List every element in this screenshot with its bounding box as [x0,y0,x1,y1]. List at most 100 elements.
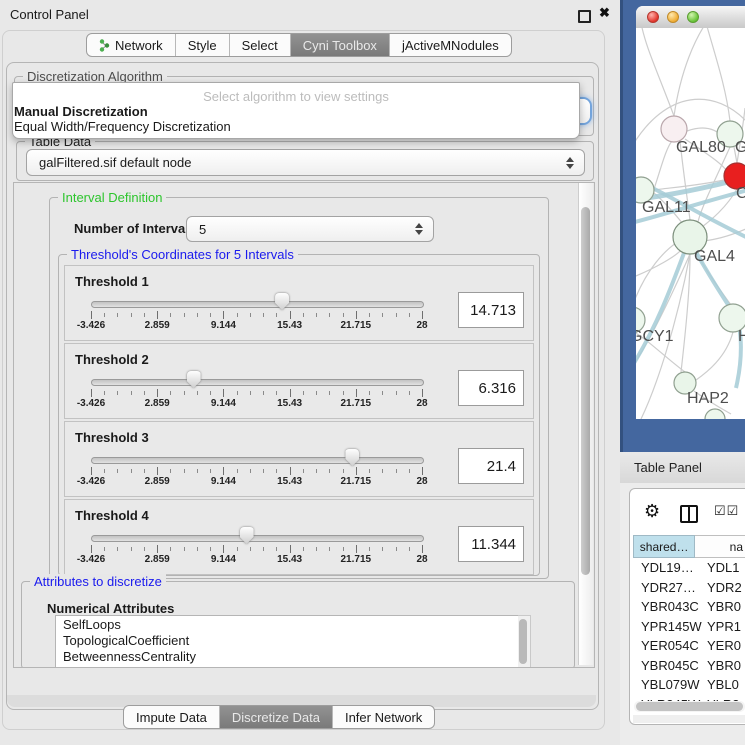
table-cell-name: YPR1 [707,619,745,634]
bottom-tab-bar: Impute Data Discretize Data Infer Networ… [123,705,435,729]
table-cell-shared-name: YBR045C [633,658,707,673]
tab-label: jActiveMNodules [402,38,499,53]
threshold-tick-labels: -3.4262.8599.14415.4321.71528 [91,398,423,410]
table-panel: ⚙ ☑☑ shared… na YDL19… YDL1 YDR27… YDR2 … [620,483,745,745]
tab-discretize-data[interactable]: Discretize Data [219,706,332,728]
network-node-label: GAL11 [642,199,691,216]
threshold-label: Threshold 4 [75,508,149,523]
table-cell-shared-name: YDR27… [633,580,707,595]
table-panel-title: Table Panel [634,460,702,475]
tab-cyni-toolbox[interactable]: Cyni Toolbox [290,34,389,56]
threshold-label: Threshold 2 [75,352,149,367]
screenshot-stage: Control Panel ✖ Network Style [0,0,745,745]
table-rows: YDL19… YDL1 YDR27… YDR2 YBR043C YBR0 YPR… [633,558,745,702]
table-cell-name: YBL0 [707,677,745,692]
table-row[interactable]: YPR145W YPR1 [633,617,745,637]
threshold-slider-thumb[interactable] [187,371,201,388]
settings-scrollbar[interactable] [578,183,593,665]
threshold-value-field[interactable]: 11.344 [458,526,524,562]
table-header-name[interactable]: na [695,535,745,558]
table-cell-name: YDL1 [707,560,745,575]
table-row[interactable]: YER054C YER0 [633,636,745,656]
network-node-label: HAP2 [687,390,729,407]
attribute-list-item[interactable]: BetweennessCentrality [56,648,519,664]
threshold-slider-ticks [91,389,423,398]
network-node-label: C [736,185,745,202]
threshold-coordinates-group-title: Threshold's Coordinates for 5 Intervals [67,247,298,262]
table-row[interactable]: YDR27… YDR2 [633,578,745,598]
close-icon[interactable]: ✖ [599,5,610,21]
threshold-label: Threshold 3 [75,430,149,445]
attribute-list-item[interactable]: TopologicalCoefficient [56,632,519,648]
table-cell-name: YER0 [707,638,745,653]
tab-jactivemnodules[interactable]: jActiveMNodules [389,34,511,56]
tab-network[interactable]: Network [87,34,175,56]
table-data-combobox-value: galFiltered.sif default node [27,155,562,170]
network-canvas[interactable]: GAL80GACGAL11GAL4GCY1HHAP2 [636,28,745,419]
tab-label: Style [188,38,217,53]
table-data-combobox[interactable]: galFiltered.sif default node [26,149,585,176]
tab-style[interactable]: Style [175,34,229,56]
attributes-list-scrollbar[interactable] [518,615,531,668]
network-node[interactable] [705,409,725,419]
tab-label: Infer Network [345,710,422,725]
threshold-slider-thumb[interactable] [240,527,254,544]
threshold-slider-ticks [91,311,423,320]
table-cell-name: YBR0 [707,658,745,673]
combo-arrows-icon [562,157,578,169]
panel-title: Control Panel [10,7,89,22]
algorithm-popup-item[interactable]: Manual Discretization [13,104,574,119]
tab-impute-data[interactable]: Impute Data [124,706,219,728]
network-node-label: GAL80 [676,139,726,156]
threshold-value-field[interactable]: 6.316 [458,370,524,406]
threshold-tick-labels: -3.4262.8599.14415.4321.71528 [91,320,423,332]
threshold-row: Threshold 2 -3.4262.8599.14415.4321.7152… [64,343,534,419]
table-footer-strip [633,715,745,723]
minimize-traffic-light[interactable] [667,11,679,23]
table-horizontal-scrollbar[interactable] [634,701,745,712]
threshold-coordinates-group: Threshold's Coordinates for 5 Intervals … [58,254,540,576]
float-window-icon[interactable] [578,10,591,23]
control-panel: Control Panel ✖ Network Style [0,0,620,745]
threshold-row: Threshold 3 -3.4262.8599.14415.4321.7152… [64,421,534,497]
tab-label: Discretize Data [232,710,320,725]
attribute-list-item[interactable]: SelfLoops [56,616,519,632]
tab-select[interactable]: Select [229,34,290,56]
network-window: GAL80GACGAL11GAL4GCY1HHAP2 [636,6,745,419]
threshold-value-field[interactable]: 21.4 [458,448,524,484]
network-node-label: GAL4 [694,248,735,265]
table-row[interactable]: YDL19… YDL1 [633,558,745,578]
zoom-traffic-light[interactable] [687,11,699,23]
gear-icon[interactable]: ⚙ [644,501,660,522]
threshold-row: Threshold 1 -3.4262.8599.14415.4321.7152… [64,265,534,341]
threshold-slider-thumb[interactable] [275,293,289,310]
table-header-shared-name[interactable]: shared… [633,535,695,558]
settings-scrollpane: Interval Definition Number of Intervals … [13,182,595,668]
number-of-intervals-combobox[interactable]: 5 [186,216,434,242]
tab-label: Cyni Toolbox [303,38,377,53]
table-cell-shared-name: YER054C [633,638,707,653]
combo-arrows-icon [411,223,427,235]
table-hscrollbar-thumb[interactable] [636,702,743,711]
table-cell-shared-name: YBL079W [633,677,707,692]
checked-checkbox-icons[interactable]: ☑☑ [714,503,739,519]
threshold-slider-ticks [91,545,423,554]
network-window-titlebar [636,6,745,29]
tab-infer-network[interactable]: Infer Network [332,706,434,728]
settings-scrollbar-thumb[interactable] [581,207,590,575]
table-row[interactable]: YBL079W YBL0 [633,675,745,695]
tab-label: Impute Data [136,710,207,725]
threshold-slider-track[interactable] [91,535,424,542]
table-row[interactable]: YBR045C YBR0 [633,656,745,676]
numerical-attributes-label: Numerical Attributes [47,601,174,616]
threshold-slider-track[interactable] [91,379,424,386]
close-traffic-light[interactable] [647,11,659,23]
numerical-attributes-list[interactable]: SelfLoopsTopologicalCoefficientBetweenne… [55,615,520,668]
algorithm-popup-item[interactable]: Equal Width/Frequency Discretization [13,119,574,134]
column-layout-icon[interactable] [680,505,698,523]
threshold-slider-thumb[interactable] [345,449,359,466]
threshold-value-field[interactable]: 14.713 [458,292,524,328]
threshold-slider-track[interactable] [91,301,424,308]
table-row[interactable]: YBR043C YBR0 [633,597,745,617]
threshold-slider-track[interactable] [91,457,424,464]
